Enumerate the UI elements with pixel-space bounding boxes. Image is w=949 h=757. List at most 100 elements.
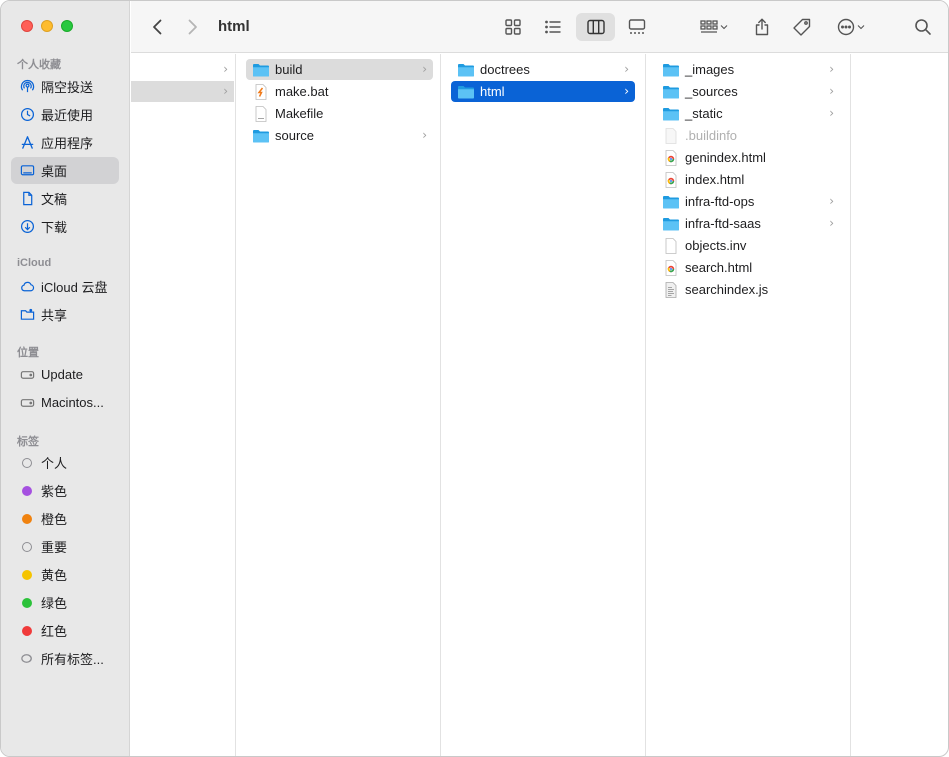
disk-icon: [19, 367, 35, 383]
sidebar-item-applications[interactable]: 应用程序: [11, 129, 119, 156]
forward-button[interactable]: [179, 13, 205, 41]
folder-icon: [252, 62, 270, 78]
sidebar-item-recents[interactable]: 最近使用: [11, 101, 119, 128]
sidebar-tag-green[interactable]: 绿色: [11, 589, 119, 616]
window-controls: [21, 20, 73, 32]
list-item[interactable]: searchindex.js: [656, 279, 840, 300]
chevron-right-icon: ›: [829, 84, 834, 98]
group-by-button[interactable]: [693, 13, 735, 41]
file-name: doctrees: [480, 62, 530, 77]
list-item[interactable]: source ›: [246, 125, 433, 146]
list-item[interactable]: _sources ›: [656, 81, 840, 102]
sidebar-item-update[interactable]: Update: [11, 361, 119, 388]
column-5: [851, 54, 948, 756]
tag-ring-icon: [19, 539, 35, 555]
back-button[interactable]: [145, 13, 171, 41]
sidebar-tag-yellow[interactable]: 黄色: [11, 561, 119, 588]
list-item[interactable]: infra-ftd-saas ›: [656, 213, 840, 234]
sidebar-item-icloud-drive[interactable]: iCloud 云盘: [11, 273, 119, 300]
maximize-window-button[interactable]: [61, 20, 73, 32]
list-item[interactable]: objects.inv: [656, 235, 840, 256]
shared-folder-icon: [19, 307, 35, 323]
tags-button[interactable]: [787, 13, 817, 41]
sidebar-item-label: 橙色: [41, 512, 68, 527]
list-item[interactable]: _images ›: [656, 59, 840, 80]
folder-icon: [662, 62, 680, 78]
list-item[interactable]: build ›: [246, 59, 433, 80]
sidebar-item-desktop[interactable]: 桌面: [11, 157, 119, 184]
toolbar: html: [131, 1, 948, 53]
sidebar-tag-orange[interactable]: 橙色: [11, 505, 119, 532]
file-name: .buildinfo: [685, 128, 738, 143]
sidebar-item-label: 所有标签...: [41, 652, 104, 667]
more-actions-button[interactable]: [831, 13, 871, 41]
list-item[interactable]: infra-ftd-ops ›: [656, 191, 840, 212]
folder-icon: [662, 84, 680, 100]
sidebar-item-label: 红色: [41, 624, 68, 639]
column-4: _images › _sources › _static › .buildinf…: [646, 54, 851, 756]
sidebar-tag-purple[interactable]: 紫色: [11, 477, 119, 504]
list-item[interactable]: .buildinfo: [656, 125, 840, 146]
sidebar-item-label: 应用程序: [41, 136, 94, 151]
list-item[interactable]: html ›: [451, 81, 635, 102]
applications-icon: [19, 135, 35, 151]
file-name: _images: [685, 62, 735, 77]
list-item[interactable]: search.html: [656, 257, 840, 278]
sidebar-item-label: 文稿: [41, 192, 68, 207]
file-name: infra-ftd-saas: [685, 216, 761, 231]
sidebar-tag-red[interactable]: 红色: [11, 617, 119, 644]
file-name: html: [480, 84, 505, 99]
sidebar-item-label: 共享: [41, 308, 68, 323]
icon-view-button[interactable]: [497, 13, 529, 41]
gallery-view-button[interactable]: [621, 13, 653, 41]
chevron-right-icon: ›: [422, 128, 427, 142]
share-icon: [755, 18, 769, 36]
folder-icon: [457, 62, 475, 78]
column-view-button[interactable]: [576, 13, 615, 41]
sidebar-tag-important[interactable]: 重要: [11, 533, 119, 560]
orange-tag-icon: [19, 511, 35, 527]
list-item[interactable]: doctrees ›: [451, 59, 635, 80]
sidebar-tag-all[interactable]: 所有标签...: [11, 645, 119, 672]
grid-icon: [505, 19, 521, 35]
list-item[interactable]: Makefile: [246, 103, 433, 124]
file-name: genindex.html: [685, 150, 766, 165]
tag-icon: [793, 18, 811, 36]
sidebar-section-locations: 位置: [17, 347, 39, 359]
chevron-right-icon: ›: [829, 106, 834, 120]
list-view-button[interactable]: [537, 13, 569, 41]
bat-file-icon: [252, 83, 270, 100]
sidebar-item-airdrop[interactable]: 隔空投送: [11, 73, 119, 100]
clock-icon: [19, 107, 35, 123]
file-name: infra-ftd-ops: [685, 194, 755, 209]
tag-ring-icon: [19, 455, 35, 471]
list-item[interactable]: make.bat: [246, 81, 433, 102]
sidebar-item-label: iCloud 云盘: [41, 280, 108, 295]
js-file-icon: [662, 281, 680, 298]
share-button[interactable]: [749, 13, 775, 41]
list-item[interactable]: ›: [131, 81, 234, 102]
red-tag-icon: [19, 623, 35, 639]
search-button[interactable]: [909, 13, 937, 41]
sidebar-tag-personal[interactable]: 个人: [11, 449, 119, 476]
sidebar-item-downloads[interactable]: 下载: [11, 213, 119, 240]
chevron-right-icon: ›: [624, 62, 629, 76]
column-3: doctrees › html ›: [441, 54, 646, 756]
sidebar-item-label: 最近使用: [41, 108, 94, 123]
sidebar-section-tags: 标签: [17, 436, 39, 448]
list-item[interactable]: genindex.html: [656, 147, 840, 168]
folder-icon: [662, 216, 680, 232]
chevron-down-icon: [720, 25, 728, 30]
html-file-icon: [662, 171, 680, 188]
list-icon: [545, 20, 561, 34]
file-name: search.html: [685, 260, 753, 275]
sidebar-item-macintosh[interactable]: Macintos...: [11, 389, 119, 416]
sidebar-item-documents[interactable]: 文稿: [11, 185, 119, 212]
ellipsis-circle-icon: [837, 18, 855, 36]
list-item[interactable]: _static ›: [656, 103, 840, 124]
list-item[interactable]: ›: [131, 59, 234, 80]
close-window-button[interactable]: [21, 20, 33, 32]
minimize-window-button[interactable]: [41, 20, 53, 32]
list-item[interactable]: index.html: [656, 169, 840, 190]
sidebar-item-shared[interactable]: 共享: [11, 301, 119, 328]
